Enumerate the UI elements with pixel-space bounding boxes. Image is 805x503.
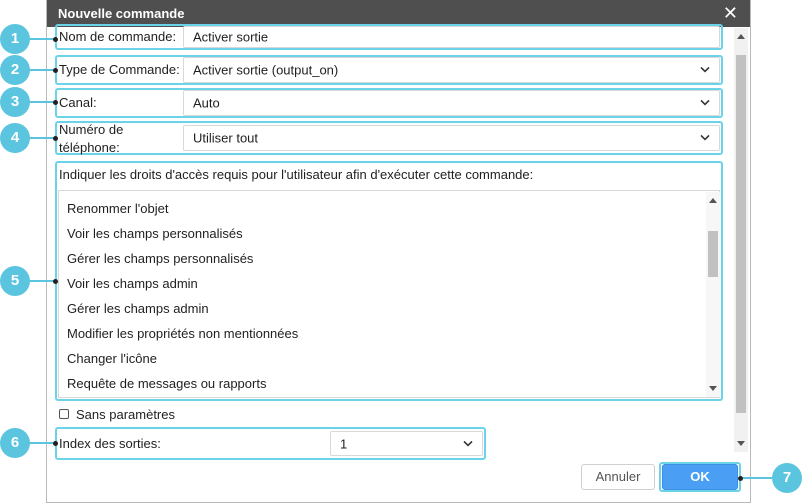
output-index-label: Index des sorties: [59, 436, 161, 451]
list-item[interactable]: Voir les champs personnalisés [67, 226, 243, 241]
output-index-select[interactable]: 1 [330, 431, 483, 456]
chevron-down-icon [700, 99, 710, 106]
callout-leader-2 [29, 69, 55, 71]
callout-badge-2: 2 [0, 55, 30, 85]
command-type-select[interactable]: Activer sortie (output_on) [183, 57, 720, 83]
channel-value: Auto [193, 95, 220, 111]
close-icon[interactable]: ✕ [723, 2, 738, 24]
command-name-input[interactable]: Activer sortie [183, 26, 720, 48]
callout-badge-6: 6 [0, 428, 30, 458]
dialog-titlebar: Nouvelle commande ✕ [47, 0, 750, 27]
callout-dot-4 [53, 136, 58, 141]
command-name-label: Nom de commande: [59, 29, 177, 44]
list-item[interactable]: Requête de messages ou rapports [67, 376, 266, 391]
scroll-down-icon[interactable] [737, 441, 745, 446]
callout-leader-6 [29, 442, 55, 444]
list-scrollbar-thumb[interactable] [708, 231, 718, 277]
phone-value: Utiliser tout [193, 130, 259, 146]
access-rights-label: Indiquer les droits d'accès requis pour … [59, 167, 534, 182]
new-command-dialog: Nouvelle commande ✕ Nom de commande: Act… [46, 0, 751, 503]
callout-leader-1 [29, 38, 55, 40]
list-item[interactable]: Voir les champs admin [67, 276, 198, 291]
command-type-label: Type de Commande: [59, 62, 180, 77]
list-item[interactable]: Gérer les champs admin [67, 301, 209, 316]
dialog-scrollbar[interactable] [734, 28, 748, 452]
callout-dot-7 [738, 476, 743, 481]
phone-select[interactable]: Utiliser tout [183, 125, 720, 151]
callout-badge-7: 7 [772, 463, 802, 493]
cancel-button[interactable]: Annuler [581, 464, 655, 490]
list-item[interactable]: Modifier les propriétés non mentionnées [67, 326, 298, 341]
callout-badge-3: 3 [0, 87, 30, 117]
callout-dot-3 [53, 100, 58, 105]
callout-leader-5 [29, 280, 55, 282]
ok-button[interactable]: OK [662, 464, 738, 490]
scroll-up-icon[interactable] [709, 198, 717, 203]
callout-leader-7 [740, 477, 773, 479]
callout-dot-1 [53, 37, 58, 42]
callout-dot-5 [53, 279, 58, 284]
channel-select[interactable]: Auto [183, 90, 720, 116]
list-scrollbar[interactable] [706, 192, 720, 397]
phone-label-line2: téléphone: [59, 140, 120, 155]
callout-badge-5: 5 [0, 266, 30, 296]
callout-dot-6 [53, 441, 58, 446]
callout-leader-4 [29, 137, 55, 139]
chevron-down-icon [463, 440, 473, 447]
scroll-up-icon[interactable] [737, 34, 745, 39]
access-rights-list[interactable]: Renommer l'objet Voir les champs personn… [58, 190, 720, 398]
command-type-value: Activer sortie (output_on) [193, 62, 339, 78]
no-params-label: Sans paramètres [76, 407, 175, 422]
callout-badge-1: 1 [0, 24, 30, 54]
output-index-value: 1 [340, 436, 348, 451]
list-item[interactable]: Changer l'icône [67, 351, 157, 366]
no-params-checkbox[interactable] [59, 409, 69, 419]
chevron-down-icon [700, 134, 710, 141]
list-item[interactable]: Renommer l'objet [67, 201, 168, 216]
dialog-title: Nouvelle commande [58, 6, 185, 21]
list-item[interactable]: Gérer les champs personnalisés [67, 251, 253, 266]
scroll-down-icon[interactable] [709, 386, 717, 391]
phone-label-line1: Numéro de [59, 122, 124, 137]
dialog-scrollbar-thumb[interactable] [736, 55, 746, 413]
command-name-value: Activer sortie [193, 29, 269, 45]
channel-label: Canal: [59, 95, 97, 110]
callout-badge-4: 4 [0, 123, 30, 153]
chevron-down-icon [700, 66, 710, 73]
callout-dot-2 [53, 68, 58, 73]
callout-leader-3 [29, 101, 55, 103]
